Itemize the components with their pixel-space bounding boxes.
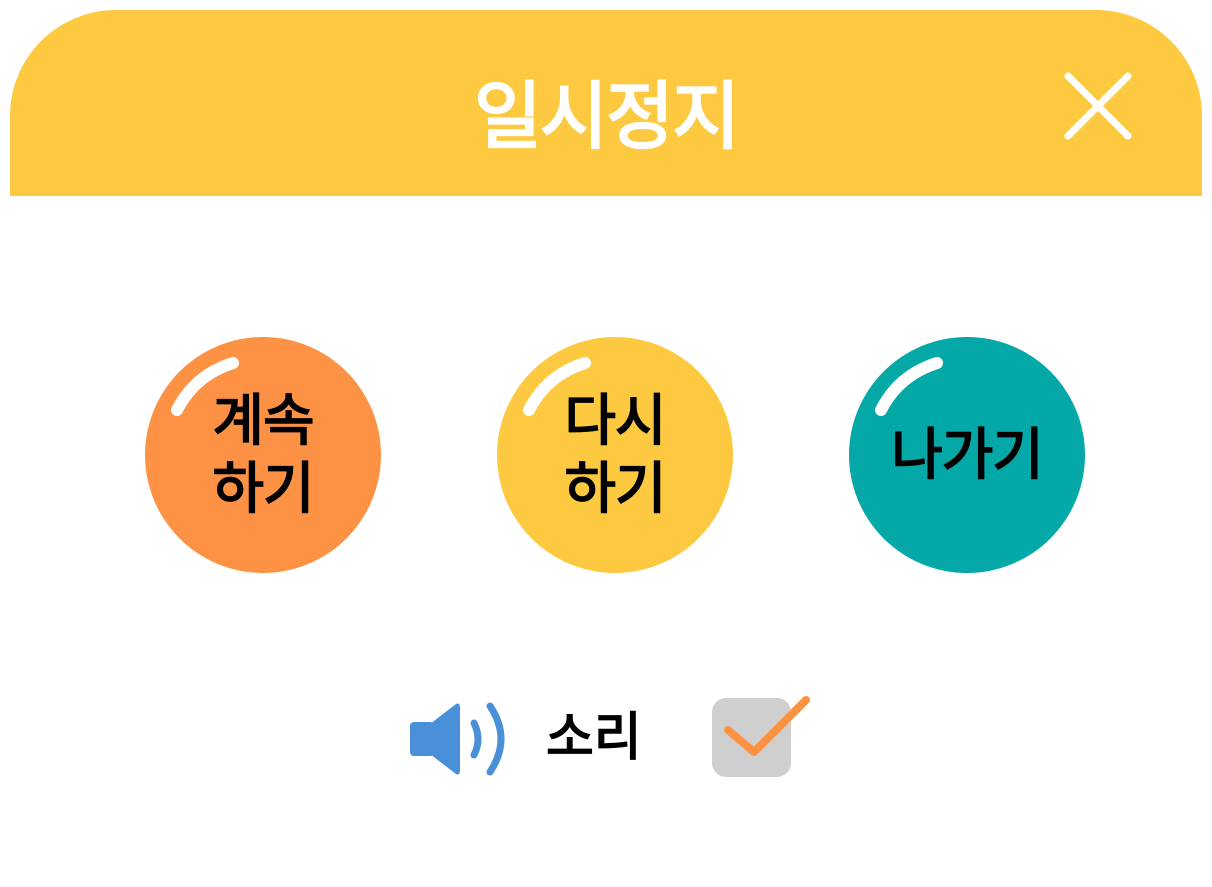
retry-label-line2: 하기	[564, 457, 666, 522]
shine-highlight	[523, 357, 591, 416]
close-button[interactable]	[1056, 66, 1136, 146]
retry-label-line1: 다시	[564, 389, 666, 454]
pause-dialog: 일시정지 계속 하기 다시 하기 나가기 소리	[0, 0, 1212, 887]
sound-setting-row: 소리	[0, 690, 1212, 790]
sound-label: 소리	[546, 708, 642, 768]
dialog-title: 일시정지	[473, 74, 740, 160]
retry-button[interactable]: 다시 하기	[497, 337, 733, 573]
continue-button[interactable]: 계속 하기	[145, 337, 381, 573]
exit-label: 나가기	[891, 423, 1044, 488]
exit-button[interactable]: 나가기	[849, 337, 1085, 573]
continue-label-line2: 하기	[212, 457, 314, 522]
dialog-header: 일시정지	[10, 10, 1202, 196]
close-icon	[1064, 72, 1132, 140]
shine-highlight	[171, 357, 239, 416]
speaker-icon	[410, 702, 505, 776]
sound-checkbox[interactable]	[712, 698, 791, 777]
continue-label-line1: 계속	[212, 389, 314, 454]
